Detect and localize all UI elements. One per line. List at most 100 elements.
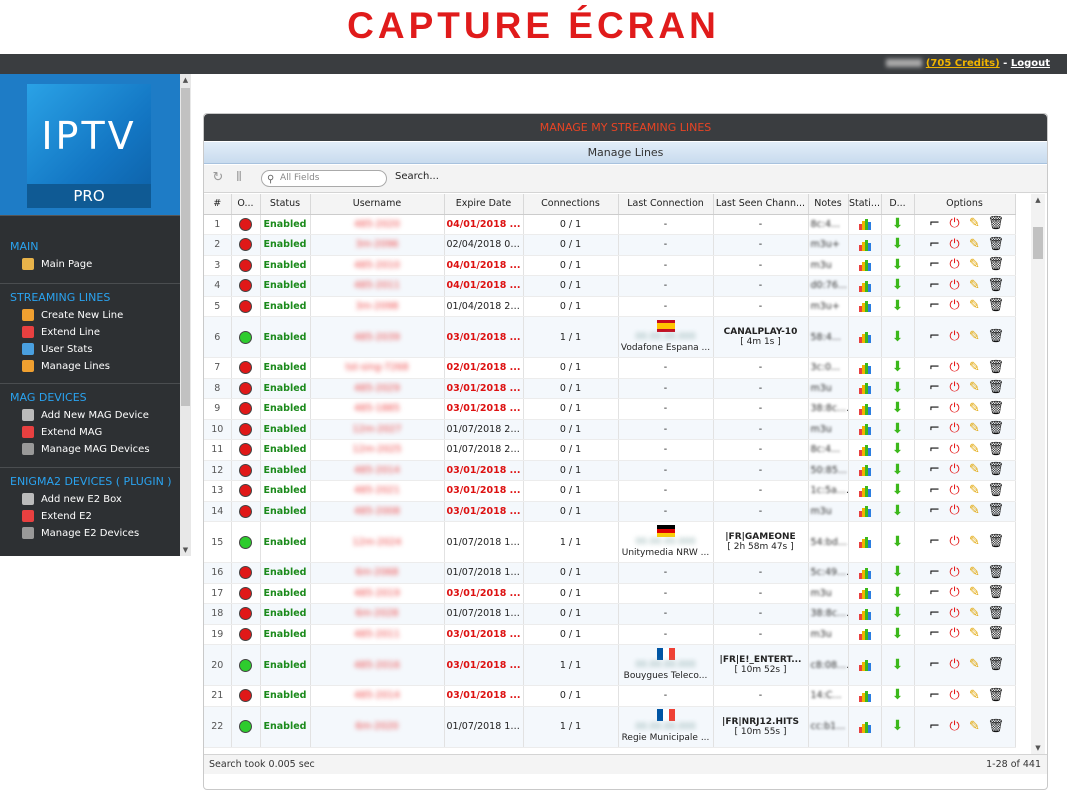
stats-icon[interactable]	[858, 403, 871, 415]
stats-cell[interactable]	[848, 685, 882, 707]
refresh-icon[interactable]: ↻	[210, 170, 226, 186]
download-icon[interactable]: ⬇	[891, 299, 904, 313]
power-icon[interactable]: ⏻	[948, 719, 962, 734]
stats-icon[interactable]	[858, 332, 871, 343]
stats-icon[interactable]	[858, 537, 871, 548]
download-icon[interactable]: ⬇	[891, 463, 904, 477]
table-row[interactable]: 20 Enabled 485-2016 03/01/2018 ... 1 / 1 00.0…	[204, 644, 1016, 686]
stats-icon[interactable]	[858, 629, 871, 641]
edit-icon[interactable]: ✎	[968, 217, 982, 231]
download-icon[interactable]: ⬇	[891, 719, 904, 733]
delete-icon[interactable]: 🗑	[988, 360, 1005, 375]
kill-connection-icon[interactable]: ⌐	[928, 299, 942, 313]
delete-icon[interactable]: 🗑	[988, 217, 1005, 231]
download-icon[interactable]: ⬇	[891, 606, 904, 620]
power-icon[interactable]: ⏻	[948, 330, 962, 344]
delete-icon[interactable]: 🗑	[988, 381, 1005, 395]
scroll-up-icon[interactable]: ▲	[1031, 196, 1045, 204]
column-header[interactable]: #	[204, 194, 232, 215]
kill-connection-icon[interactable]: ⌐	[928, 658, 942, 672]
table-row[interactable]: 18 Enabled 6m-2028 01/07/2018 19... 0 / 1 - - 3…	[204, 603, 1016, 625]
download-cell[interactable]: ⬇	[881, 296, 915, 317]
table-row[interactable]: 11 Enabled 12m-2025 01/07/2018 20... 0 / 1 - -…	[204, 439, 1016, 461]
column-header[interactable]: O...	[231, 194, 261, 215]
table-row[interactable]: 10 Enabled 12m-2027 01/07/2018 20... 0 / 1 - -…	[204, 419, 1016, 440]
stats-cell[interactable]	[848, 398, 882, 420]
sidebar-item[interactable]: User Stats	[22, 343, 93, 355]
delete-icon[interactable]: 🗑	[988, 237, 1005, 252]
edit-icon[interactable]: ✎	[968, 658, 982, 672]
download-cell[interactable]: ⬇	[881, 275, 915, 297]
column-header[interactable]: D...	[881, 194, 915, 215]
stats-icon[interactable]	[858, 721, 871, 733]
download-cell[interactable]: ⬇	[881, 644, 915, 686]
stats-icon[interactable]	[858, 608, 871, 620]
kill-connection-icon[interactable]: ⌐	[928, 360, 942, 375]
power-icon[interactable]: ⏻	[948, 658, 962, 672]
power-icon[interactable]: ⏻	[948, 422, 962, 436]
stats-cell[interactable]	[848, 644, 882, 686]
download-cell[interactable]: ⬇	[881, 501, 915, 522]
power-icon[interactable]: ⏻	[948, 258, 962, 272]
edit-icon[interactable]: ✎	[968, 278, 982, 293]
kill-connection-icon[interactable]: ⌐	[928, 381, 942, 395]
download-icon[interactable]: ⬇	[891, 483, 904, 497]
download-cell[interactable]: ⬇	[881, 234, 915, 256]
table-row[interactable]: 14 Enabled 485-2008 03/01/2018 ... 0 / 1 - - m3…	[204, 501, 1016, 522]
stats-icon[interactable]	[858, 444, 871, 456]
download-cell[interactable]: ⬇	[881, 706, 915, 748]
kill-connection-icon[interactable]: ⌐	[928, 688, 942, 703]
table-row[interactable]: 9 Enabled 485-1885 03/01/2018 ... 0 / 1 - - 38:…	[204, 398, 1016, 420]
power-icon[interactable]: ⏻	[948, 688, 962, 703]
kill-connection-icon[interactable]: ⌐	[928, 217, 942, 231]
power-icon[interactable]: ⏻	[948, 442, 962, 457]
stats-cell[interactable]	[848, 255, 882, 276]
power-icon[interactable]: ⏻	[948, 586, 962, 600]
download-cell[interactable]: ⬇	[881, 603, 915, 625]
delete-icon[interactable]: 🗑	[988, 606, 1005, 621]
download-icon[interactable]: ⬇	[891, 535, 904, 549]
table-row[interactable]: 17 Enabled 485-2019 03/01/2018 ... 0 / 1 - - m3…	[204, 583, 1016, 604]
download-icon[interactable]: ⬇	[891, 504, 904, 518]
stats-cell[interactable]	[848, 357, 882, 379]
sidebar-scrollbar[interactable]: ▲ ▼	[180, 74, 191, 556]
table-row[interactable]: 6 Enabled 485-2039 03/01/2018 ... 1 / 1 00.00…	[204, 316, 1016, 358]
table-row[interactable]: 3 Enabled 485-2010 04/01/2018 ... 0 / 1 - - m3u…	[204, 255, 1016, 276]
edit-icon[interactable]: ✎	[968, 586, 982, 600]
stats-cell[interactable]	[848, 706, 882, 748]
download-cell[interactable]: ⬇	[881, 255, 915, 276]
power-icon[interactable]: ⏻	[948, 535, 962, 549]
edit-icon[interactable]: ✎	[968, 299, 982, 313]
column-header[interactable]: Options	[914, 194, 1016, 215]
scrollbar-thumb[interactable]	[181, 88, 190, 406]
edit-icon[interactable]: ✎	[968, 237, 982, 252]
sidebar-item[interactable]: Manage MAG Devices	[22, 443, 150, 455]
stats-cell[interactable]	[848, 501, 882, 522]
column-header[interactable]: Expire Date	[444, 194, 524, 215]
table-row[interactable]: 12 Enabled 485-2014 03/01/2018 ... 0 / 1 - - 50…	[204, 460, 1016, 481]
sidebar-item[interactable]: Add New MAG Device	[22, 409, 149, 421]
download-cell[interactable]: ⬇	[881, 214, 915, 235]
edit-icon[interactable]: ✎	[968, 258, 982, 272]
edit-icon[interactable]: ✎	[968, 360, 982, 375]
table-row[interactable]: 1 Enabled 485-2020 04/01/2018 ... 0 / 1 - - 8c:…	[204, 214, 1016, 235]
kill-connection-icon[interactable]: ⌐	[928, 719, 942, 734]
delete-icon[interactable]: 🗑	[988, 719, 1005, 734]
delete-icon[interactable]: 🗑	[988, 565, 1005, 580]
edit-icon[interactable]: ✎	[968, 442, 982, 457]
power-icon[interactable]: ⏻	[948, 299, 962, 313]
grid-scrollbar[interactable]: ▲ ▼	[1031, 194, 1045, 754]
stats-icon[interactable]	[858, 301, 871, 313]
delete-icon[interactable]: 🗑	[988, 463, 1005, 477]
sidebar-item[interactable]: Manage E2 Devices	[22, 527, 139, 539]
download-icon[interactable]: ⬇	[891, 330, 904, 344]
power-icon[interactable]: ⏻	[948, 278, 962, 293]
table-row[interactable]: 5 Enabled 3m-2098 01/04/2018 23... 0 / 1 - - m3…	[204, 296, 1016, 317]
delete-icon[interactable]: 🗑	[988, 278, 1005, 293]
download-cell[interactable]: ⬇	[881, 562, 915, 584]
stats-cell[interactable]	[848, 624, 882, 645]
stats-cell[interactable]	[848, 275, 882, 297]
kill-connection-icon[interactable]: ⌐	[928, 330, 942, 344]
scroll-down-icon[interactable]: ▼	[1031, 744, 1045, 752]
stats-cell[interactable]	[848, 214, 882, 235]
